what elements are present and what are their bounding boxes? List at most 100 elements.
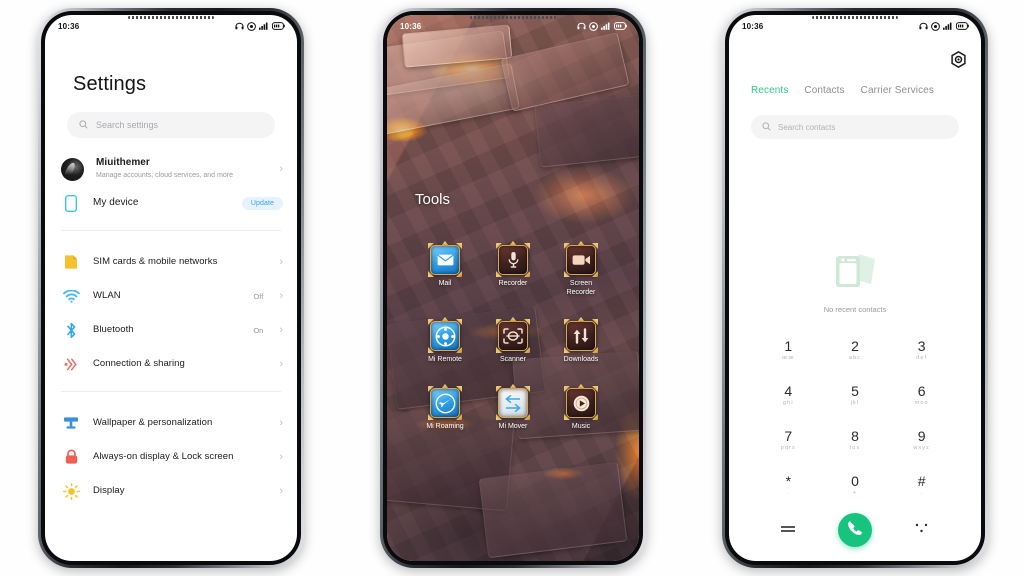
- empty-state-caption: No recent contacts: [823, 305, 887, 314]
- app-icon-music[interactable]: Music: [547, 384, 615, 431]
- key-number: 5: [851, 382, 859, 399]
- phone-device-dialer: 10:36 Recents Contacts Carrier Services …: [722, 8, 988, 568]
- key-letters: .: [920, 490, 923, 497]
- app-icon-mi-remote[interactable]: Mi Remote: [411, 317, 479, 364]
- key-number: 2: [851, 337, 859, 354]
- key-number: 6: [917, 382, 926, 399]
- chevron-right-icon: ›: [279, 289, 283, 302]
- app-icon-recorder[interactable]: Recorder: [479, 241, 547, 297]
- item-label: WLAN: [93, 290, 121, 301]
- key-letters: mno: [914, 399, 929, 406]
- dialpad-key-7[interactable]: 7 pqrs: [755, 417, 822, 462]
- display-group: Wallpaper & personalization › Always-on …: [45, 406, 297, 508]
- earpiece-speaker: [812, 16, 898, 19]
- dialpad-call-button[interactable]: [822, 508, 889, 553]
- dnd-icon: [931, 21, 940, 31]
- dialpad-key-2[interactable]: 2 abc: [822, 327, 889, 372]
- item-label: SIM cards & mobile networks: [93, 256, 218, 267]
- status-time: 10:36: [742, 21, 764, 31]
- dialpad-key-8[interactable]: 8 tuv: [822, 417, 889, 462]
- dialpad-key-0[interactable]: 0 +: [822, 463, 889, 508]
- mail-icon: [428, 241, 462, 277]
- key-letters: œœ: [782, 354, 795, 361]
- wallpaper-slab: [478, 461, 628, 559]
- empty-state: No recent contacts: [729, 251, 981, 314]
- key-letters: def: [916, 354, 928, 361]
- tab-recents[interactable]: Recents: [751, 85, 788, 96]
- sidebar-item-my-device[interactable]: My device Update: [45, 186, 297, 220]
- microphone-icon: [496, 241, 530, 277]
- menu-lines-icon: [780, 521, 796, 539]
- dialpad-key-6[interactable]: 6 mno: [888, 372, 955, 417]
- status-time: 10:36: [58, 21, 80, 31]
- dialpad-key-1[interactable]: 1 œœ: [755, 327, 822, 372]
- tab-carrier-services[interactable]: Carrier Services: [861, 85, 934, 96]
- video-camera-icon: [564, 241, 598, 277]
- update-badge[interactable]: Update: [241, 196, 283, 210]
- headset-icon: [235, 22, 244, 30]
- lock-icon: [61, 447, 81, 467]
- account-name: Miuithemer: [96, 157, 150, 168]
- key-letters: abc: [848, 354, 862, 361]
- app-icon-mi-roaming[interactable]: Mi Roaming: [411, 384, 479, 431]
- app-grid: Mail Recorder Screen Recorder Mi Remote …: [387, 241, 639, 431]
- sidebar-item-wallpaper[interactable]: Wallpaper & personalization ›: [45, 406, 297, 440]
- wifi-icon: [61, 286, 81, 306]
- sidebar-item-lock-screen[interactable]: Always-on display & Lock screen ›: [45, 440, 297, 474]
- sidebar-item-account[interactable]: Miuithemer Manage accounts, cloud servic…: [45, 152, 297, 186]
- call-button[interactable]: [837, 513, 872, 548]
- sidebar-item-bluetooth[interactable]: Bluetooth On ›: [45, 313, 297, 347]
- dialer-tabs: Recents Contacts Carrier Services: [729, 85, 981, 96]
- key-number: *: [785, 473, 792, 490]
- page-title: Settings: [73, 73, 147, 95]
- app-label: Mail: [438, 280, 452, 287]
- sidebar-item-display[interactable]: Display ›: [45, 474, 297, 508]
- sidebar-item-connection-sharing[interactable]: Connection & sharing ›: [45, 347, 297, 381]
- app-icon-mail[interactable]: Mail: [411, 241, 479, 297]
- key-letters: pqrs: [780, 444, 796, 451]
- dialer-settings-button[interactable]: [950, 51, 967, 73]
- dialpad-key-3[interactable]: 3 def: [888, 327, 955, 372]
- phone-icon: [61, 193, 81, 213]
- key-letters: tuv: [849, 444, 861, 451]
- dialpad-key-hash[interactable]: #.: [888, 463, 955, 508]
- phone2-screen: 10:36 Tools Mail Recorder Screen Recorde…: [387, 15, 639, 561]
- remote-control-icon: [428, 317, 462, 353]
- search-settings-input[interactable]: Search settings: [67, 112, 275, 138]
- dialpad-key-9[interactable]: 9 wxyz: [888, 417, 955, 462]
- dialpad-menu-button[interactable]: [755, 508, 822, 553]
- dialpad-key-star[interactable]: *.: [755, 463, 822, 508]
- my-device-label: My device: [93, 197, 139, 208]
- dialpad-key-4[interactable]: 4 ghi: [755, 372, 822, 417]
- bluetooth-icon: [61, 320, 81, 340]
- phone-device-settings: 10:36 Settings Search settings Miuitheme…: [38, 8, 304, 568]
- app-icon-screen-recorder[interactable]: Screen Recorder: [547, 241, 615, 297]
- folder-title: Tools: [415, 191, 451, 208]
- app-icon-downloads[interactable]: Downloads: [547, 317, 615, 364]
- sidebar-item-wlan[interactable]: WLAN Off ›: [45, 279, 297, 313]
- app-icon-scanner[interactable]: Scanner: [479, 317, 547, 364]
- tab-contacts[interactable]: Contacts: [804, 85, 844, 96]
- app-label: Mi Mover: [498, 423, 528, 430]
- key-number: 4: [784, 382, 793, 399]
- music-play-icon: [564, 384, 598, 420]
- transfer-arrows-icon: [496, 384, 530, 420]
- dialpad-hide-button[interactable]: [888, 508, 955, 553]
- scan-frame-icon: [496, 317, 530, 353]
- download-arrows-icon: [564, 317, 598, 353]
- item-value: On: [253, 325, 264, 335]
- item-label: Wallpaper & personalization: [93, 417, 213, 428]
- app-label: Mi Remote: [428, 356, 462, 363]
- dialpad: 1 œœ 2 abc 3 def 4 ghi 5 jkl 6 mno 7 pqrs 8 tuv …: [729, 327, 981, 553]
- item-label: Bluetooth: [93, 324, 134, 335]
- key-letters: ghi: [783, 399, 794, 406]
- app-label: Recorder: [498, 280, 528, 287]
- connectivity-group: SIM cards & mobile networks › WLAN Off ›: [45, 245, 297, 381]
- key-letters: .: [787, 490, 790, 497]
- earpiece-speaker: [470, 16, 556, 19]
- app-icon-mi-mover[interactable]: Mi Mover: [479, 384, 547, 431]
- divider-2: [61, 391, 281, 392]
- sidebar-item-sim-cards[interactable]: SIM cards & mobile networks ›: [45, 245, 297, 279]
- dialpad-key-5[interactable]: 5 jkl: [822, 372, 889, 417]
- search-contacts-input[interactable]: Search contacts: [751, 115, 959, 139]
